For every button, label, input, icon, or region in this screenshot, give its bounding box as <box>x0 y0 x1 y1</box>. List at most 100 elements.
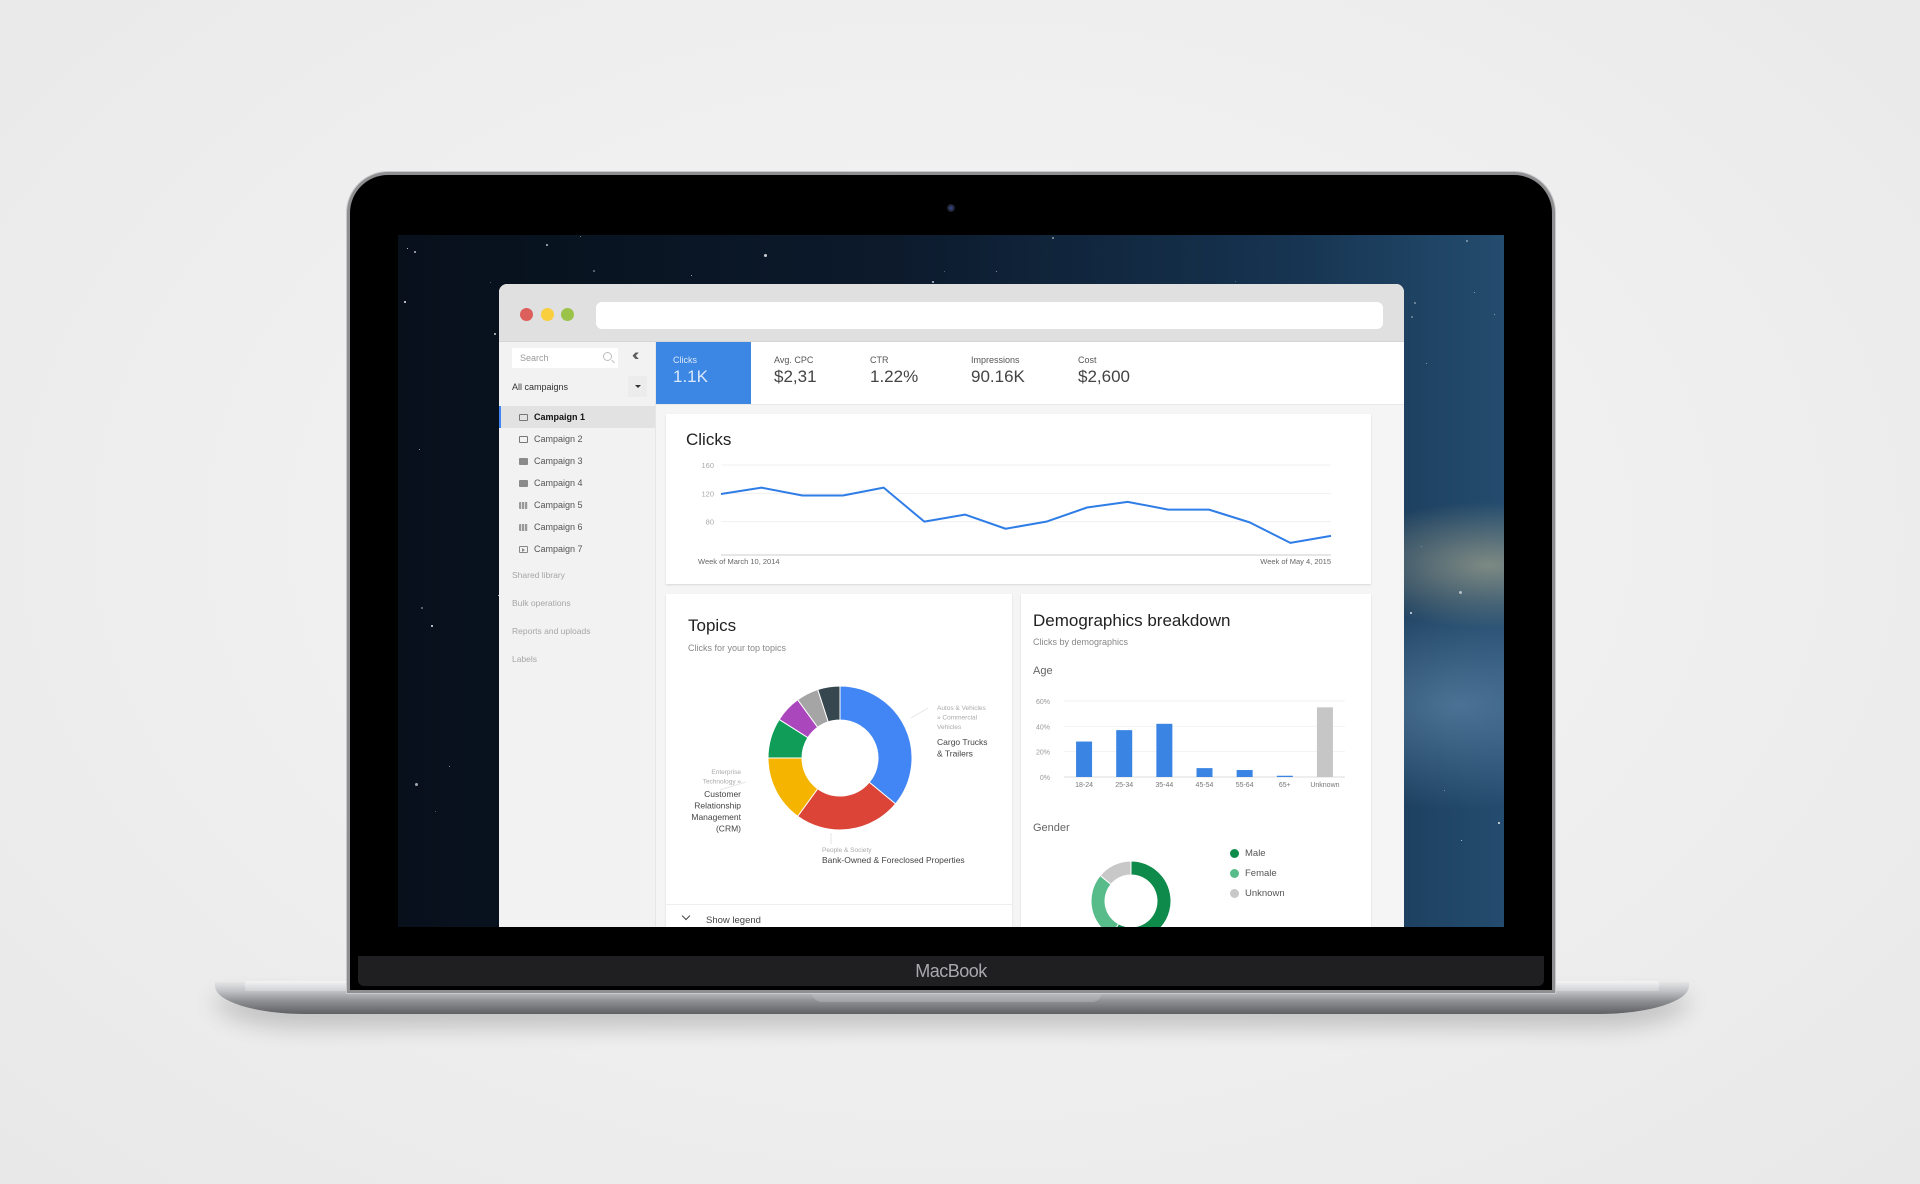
y-tick-label: 120 <box>701 489 714 498</box>
star <box>1444 790 1446 792</box>
bar-65+[interactable] <box>1276 775 1293 777</box>
bar-25-34[interactable] <box>1116 730 1133 777</box>
metric-clicks[interactable]: Clicks 1.1K <box>656 342 751 404</box>
star <box>414 782 418 786</box>
star <box>932 280 935 283</box>
star <box>1494 314 1496 316</box>
laptop-lid: MacBook Search ‹‹ All campaigns Campaign… <box>350 175 1552 990</box>
metric-label: Impressions <box>971 355 1020 365</box>
topics-card: Topics Clicks for your top topics Autos … <box>666 594 1012 927</box>
campaign-item[interactable]: Campaign 5 <box>499 494 655 516</box>
search-network-icon <box>519 413 528 421</box>
star <box>1473 292 1475 294</box>
bar-18-24[interactable] <box>1076 741 1093 777</box>
maximize-window-button[interactable] <box>561 308 574 321</box>
campaign-label: Campaign 3 <box>534 456 583 466</box>
campaign-item[interactable]: Campaign 2 <box>499 428 655 450</box>
topic-category-label: Autos & Vehicles <box>937 705 987 712</box>
campaign-item[interactable]: Campaign 7 <box>499 538 655 560</box>
nav-reports-and-uploads[interactable]: Reports and uploads <box>512 626 590 636</box>
slice-cargo-trucks-trailers[interactable] <box>839 685 913 805</box>
search-placeholder: Search <box>520 353 549 363</box>
gender-label: Gender <box>1033 822 1070 834</box>
metric-cost[interactable]: Cost $2,600 <box>1078 342 1130 404</box>
campaign-item[interactable]: Campaign 1 <box>499 406 655 428</box>
star <box>494 332 497 335</box>
gender-donut-chart <box>1090 860 1172 927</box>
search-network-icon <box>519 435 528 443</box>
topic-category-label: People & Society <box>822 847 872 854</box>
star <box>690 274 692 276</box>
search-icon[interactable] <box>603 352 612 361</box>
collapse-sidebar-icon[interactable]: ‹‹ <box>632 345 640 365</box>
metric-label: CTR <box>870 355 889 365</box>
x-tick-label: Unknown <box>1310 782 1339 789</box>
y-tick-label: 0% <box>1040 775 1050 782</box>
nav-labels[interactable]: Labels <box>512 654 537 664</box>
metric-value: 1.1K <box>673 367 708 386</box>
show-legend-label: Show legend <box>706 915 761 926</box>
display-network-icon <box>519 479 528 487</box>
legend-swatch <box>1230 889 1239 898</box>
minimize-window-button[interactable] <box>541 308 554 321</box>
campaign-label: Campaign 1 <box>534 412 586 422</box>
close-window-button[interactable] <box>520 308 533 321</box>
bar-45-54[interactable] <box>1196 768 1213 777</box>
topic-name-label: Cargo Trucks <box>937 737 988 747</box>
bar-35-44[interactable] <box>1156 723 1173 777</box>
metric-impressions[interactable]: Impressions 90.16K <box>971 342 1025 404</box>
search-input[interactable]: Search <box>512 348 618 368</box>
metric-value: $2,600 <box>1078 367 1130 386</box>
metric-label: Clicks <box>673 355 697 365</box>
star <box>421 606 424 609</box>
x-tick-label: 18-24 <box>1075 782 1093 789</box>
topic-name-label: Relationship <box>694 801 741 811</box>
nav-shared-library[interactable]: Shared library <box>512 570 565 580</box>
star <box>592 269 595 272</box>
y-tick-label: 60% <box>1036 699 1050 706</box>
star <box>403 301 406 304</box>
x-tick-label: 25-34 <box>1115 782 1133 789</box>
legend-swatch <box>1230 869 1239 878</box>
metric-label: Avg. CPC <box>774 355 814 365</box>
slice-female[interactable] <box>1090 874 1120 927</box>
topic-name-label: Bank-Owned & Foreclosed Properties <box>822 855 965 865</box>
x-axis-end-label: Week of May 4, 2015 <box>1260 557 1331 566</box>
topic-category-label: Vehicles <box>937 724 962 731</box>
topic-name-label: (CRM) <box>716 824 741 834</box>
y-tick-label: 40% <box>1036 724 1050 731</box>
address-bar[interactable] <box>596 302 1383 329</box>
star <box>580 235 582 237</box>
campaign-item[interactable]: Campaign 4 <box>499 472 655 494</box>
star <box>545 243 548 246</box>
x-tick-label: 65+ <box>1279 782 1291 789</box>
campaign-item[interactable]: Campaign 6 <box>499 516 655 538</box>
campaign-label: Campaign 6 <box>534 522 583 532</box>
star <box>1409 612 1412 615</box>
label-connector <box>910 707 929 719</box>
legend-label: Unknown <box>1245 888 1285 899</box>
metrics-bar: Clicks 1.1K Avg. CPC $2,31 CTR 1.22% Imp… <box>656 342 1404 405</box>
campaign-item[interactable]: Campaign 3 <box>499 450 655 472</box>
x-tick-label: 45-54 <box>1196 782 1214 789</box>
metric-avg-cpc[interactable]: Avg. CPC $2,31 <box>774 342 817 404</box>
star <box>449 765 451 767</box>
star <box>1425 362 1427 364</box>
bar-unknown[interactable] <box>1316 707 1333 777</box>
star <box>406 247 408 249</box>
show-legend-button[interactable]: Show legend <box>666 904 1012 927</box>
screen: Search ‹‹ All campaigns Campaign 1 Campai… <box>398 235 1504 927</box>
metric-ctr[interactable]: CTR 1.22% <box>870 342 918 404</box>
campaign-filter-dropdown[interactable] <box>628 376 647 397</box>
bar-55-64[interactable] <box>1236 770 1253 777</box>
shopping-icon <box>519 501 528 509</box>
star <box>995 271 997 273</box>
nav-bulk-operations[interactable]: Bulk operations <box>512 598 571 608</box>
legend-label: Female <box>1245 868 1277 879</box>
legend-unknown: Unknown <box>1230 888 1285 899</box>
topic-category-label: Enterprise <box>711 769 741 776</box>
y-tick-label: 20% <box>1036 750 1050 757</box>
star <box>489 282 491 284</box>
x-tick-label: 55-64 <box>1236 782 1254 789</box>
main-content: Clicks 1.1K Avg. CPC $2,31 CTR 1.22% Imp… <box>656 342 1404 927</box>
